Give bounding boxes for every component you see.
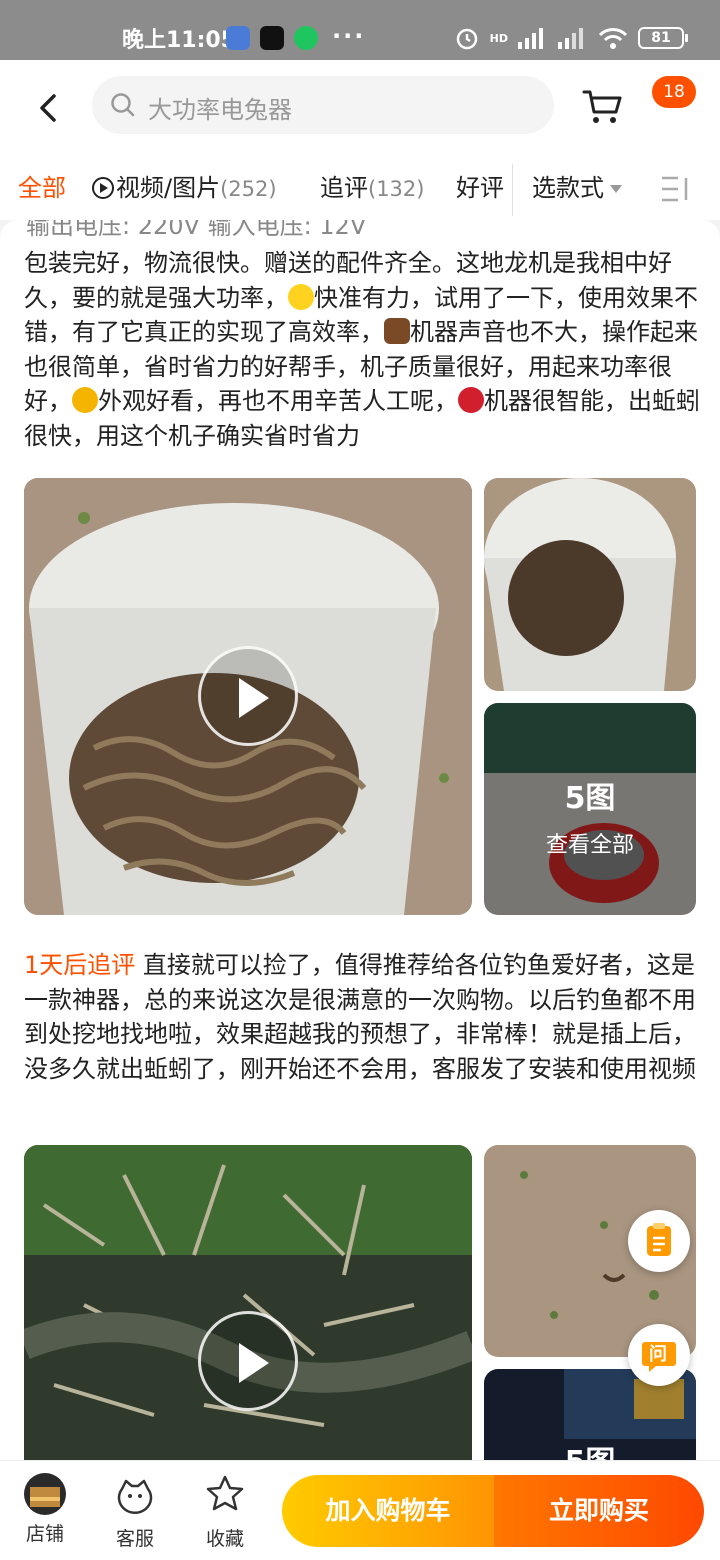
- review-text: 包装完好，物流很快。赠送的配件齐全。这地龙机是我相中好久，要的就是强大功率， 快准…: [24, 249, 700, 450]
- signal-icon: [518, 28, 543, 49]
- favorite-button[interactable]: 收藏: [190, 1473, 260, 1551]
- tabs-divider: [512, 164, 513, 216]
- question-label: 问: [649, 1344, 667, 1365]
- status-bar: 晚上11:05 ··· HD 81: [0, 0, 720, 60]
- customer-service-button[interactable]: 客服: [100, 1473, 170, 1551]
- review-list[interactable]: 输出电压: 220V 输入电压: 12V 包装完好，物流很快。赠送的配件齐全。这…: [0, 220, 720, 1460]
- filter-label: 选款式: [532, 174, 604, 202]
- bull-emoji-icon: [384, 318, 410, 344]
- more-notifications-icon: ···: [332, 22, 366, 50]
- tab-label: 视频/图片: [116, 174, 221, 202]
- fist-emoji-icon: [72, 387, 98, 413]
- app-notification-icon: [226, 26, 250, 50]
- more-images-count: 5图: [564, 781, 616, 816]
- video-frame: [24, 1145, 472, 1460]
- tab-count: (252): [220, 177, 277, 201]
- review-tabs: 全部 视频/图片(252) 追评(132) 好评 选款式: [0, 160, 720, 216]
- shop-button[interactable]: 店铺: [10, 1473, 80, 1546]
- chevron-down-icon: [610, 185, 622, 193]
- play-button-icon[interactable]: [198, 646, 298, 746]
- tab-follow-up[interactable]: 追评(132): [320, 168, 424, 203]
- tab-label: 好评: [456, 174, 504, 202]
- tab-video-images[interactable]: 视频/图片(252): [92, 168, 277, 203]
- view-all-label: 查看全部: [545, 833, 634, 858]
- tab-all[interactable]: 全部: [18, 168, 66, 203]
- alarm-icon: [456, 28, 477, 50]
- review-video-thumbnail[interactable]: [24, 478, 472, 915]
- favorite-label: 收藏: [205, 1528, 244, 1550]
- tab-count: (132): [368, 177, 425, 201]
- battery-indicator: 81: [638, 27, 688, 49]
- follow-up-review-text: 1天后追评 直接就可以捡了，值得推荐给各位钓鱼爱好者，这是一款神器，总的来说这次…: [24, 951, 696, 1083]
- floating-question-button[interactable]: 问: [628, 1324, 690, 1386]
- back-arrow-icon[interactable]: [30, 88, 70, 128]
- header: 大功率电兔器 18 全部 视频/图片(252) 追评(132) 好评 选款式: [0, 60, 720, 220]
- buy-now-button[interactable]: 立即购买: [494, 1475, 704, 1547]
- wechat-notification-icon: [294, 26, 318, 50]
- image-content: [484, 478, 696, 691]
- play-button-icon[interactable]: [198, 1311, 298, 1411]
- clipboard-icon: [647, 1223, 671, 1256]
- status-indicators: HD 81: [454, 24, 688, 52]
- tab-label: 追评: [320, 174, 368, 202]
- sku-info-cut: 输出电压: 220V 输入电压: 12V: [26, 220, 367, 240]
- more-images-overlay: 5图 查看全部: [484, 703, 696, 915]
- cart-icon[interactable]: [580, 84, 624, 128]
- search-icon: [111, 93, 135, 117]
- search-placeholder: 大功率电兔器: [148, 96, 292, 124]
- play-circle-icon: [92, 177, 114, 199]
- service-face-icon: [117, 1479, 153, 1514]
- search-input[interactable]: 大功率电兔器: [92, 76, 554, 134]
- service-label: 客服: [115, 1528, 154, 1550]
- floating-clipboard-button[interactable]: [628, 1210, 690, 1272]
- more-images-count: 5图: [484, 1437, 696, 1460]
- signal-2-icon: [558, 28, 583, 49]
- follow-up-video-thumbnail[interactable]: [24, 1145, 472, 1460]
- add-to-cart-button[interactable]: 加入购物车: [282, 1475, 494, 1547]
- list-menu-icon[interactable]: [660, 174, 692, 204]
- tiktok-notification-icon: [260, 26, 284, 50]
- review-image[interactable]: [484, 478, 696, 691]
- wifi-icon: [598, 28, 628, 49]
- shop-avatar: [24, 1473, 66, 1515]
- status-time: 晚上11:05: [122, 28, 237, 53]
- cart-badge: 18: [652, 76, 696, 108]
- hd-label: HD: [489, 31, 508, 45]
- follow-up-tag: 1天后追评: [24, 951, 136, 979]
- style-filter-dropdown[interactable]: 选款式: [532, 168, 622, 203]
- rose-emoji-icon: [458, 387, 484, 413]
- smile-emoji-icon: [288, 283, 314, 310]
- tab-positive[interactable]: 好评: [456, 168, 504, 203]
- bottom-action-bar: 店铺 客服 收藏 加入购物车 立即购买: [0, 1460, 720, 1560]
- view-all-images[interactable]: 5图 查看全部: [484, 703, 696, 915]
- star-icon: [206, 1475, 244, 1511]
- shop-label: 店铺: [25, 1523, 64, 1545]
